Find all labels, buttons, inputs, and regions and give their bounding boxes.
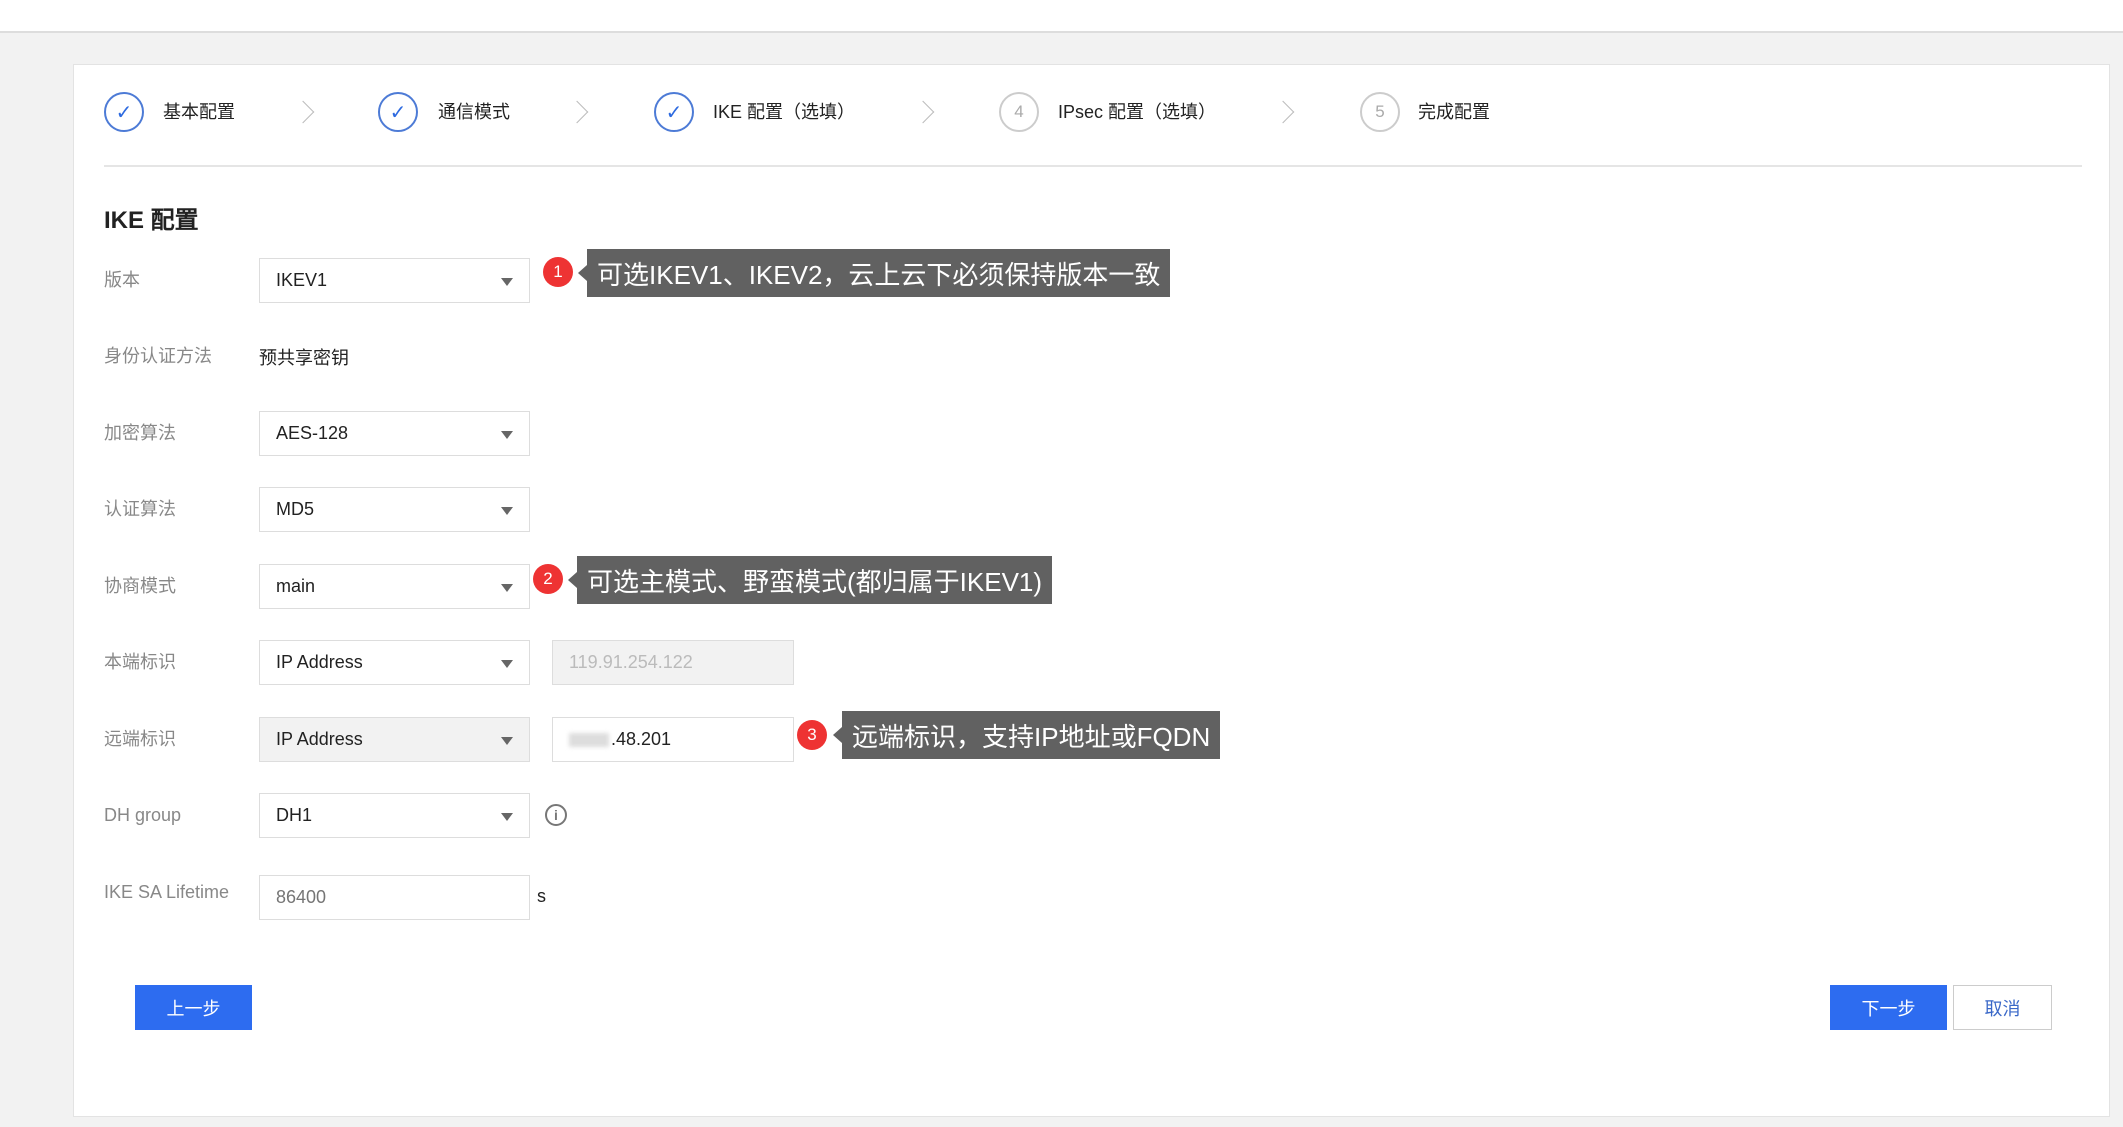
local-id-type-select[interactable]: IP Address <box>259 640 530 685</box>
encryption-label: 加密算法 <box>104 423 176 443</box>
annotation-badge-1: 1 <box>543 257 573 287</box>
step-4-number: 4 <box>999 92 1039 132</box>
step-3-label: IKE 配置（选填） <box>713 102 856 122</box>
negotiation-select[interactable]: main <box>259 564 530 609</box>
caret-down-icon <box>501 431 513 439</box>
version-select[interactable]: IKEV1 <box>259 258 530 303</box>
local-id-type-value: IP Address <box>276 652 363 672</box>
local-id-value: 119.91.254.122 <box>569 652 693 672</box>
caret-down-icon <box>501 507 513 515</box>
remote-id-type-select[interactable]: IP Address <box>259 717 530 762</box>
auth-algorithm-select[interactable]: MD5 <box>259 487 530 532</box>
encryption-select[interactable]: AES-128 <box>259 411 530 456</box>
remote-id-value: .48.201 <box>611 729 672 749</box>
auth-method-value: 预共享密钥 <box>259 348 349 368</box>
auth-method-label: 身份认证方法 <box>104 346 212 366</box>
check-icon: ✓ <box>654 92 694 132</box>
step-4-label: IPsec 配置（选填） <box>1058 102 1217 122</box>
redacted-blur <box>569 732 609 747</box>
prev-button[interactable]: 上一步 <box>135 985 252 1030</box>
info-icon[interactable]: i <box>545 804 567 826</box>
check-icon: ✓ <box>104 92 144 132</box>
divider <box>104 165 2082 167</box>
encryption-value: AES-128 <box>276 423 349 443</box>
auth-algorithm-label: 认证算法 <box>104 499 176 519</box>
version-label: 版本 <box>104 270 140 290</box>
dh-group-select[interactable]: DH1 <box>259 793 530 838</box>
caret-down-icon <box>501 278 513 286</box>
remote-id-type-value: IP Address <box>276 729 363 749</box>
annotation-tooltip-2: 可选主模式、野蛮模式(都归属于IKEV1) <box>567 556 1053 604</box>
negotiation-value: main <box>276 576 316 596</box>
caret-down-icon <box>501 584 513 592</box>
step-1-label: 基本配置 <box>163 102 235 122</box>
remote-id-label: 远端标识 <box>104 729 176 749</box>
annotation-badge-3: 3 <box>797 720 827 750</box>
annotation-badge-2: 2 <box>533 564 563 594</box>
next-button[interactable]: 下一步 <box>1830 985 1947 1030</box>
lifetime-input[interactable] <box>259 875 530 920</box>
annotation-tooltip-3: 远端标识，支持IP地址或FQDN <box>832 711 1221 759</box>
cancel-button[interactable]: 取消 <box>1953 985 2052 1030</box>
local-id-label: 本端标识 <box>104 652 176 672</box>
dh-group-value: DH1 <box>276 805 313 825</box>
caret-down-icon <box>501 737 513 745</box>
step-5-number: 5 <box>1360 92 1400 132</box>
top-bar <box>0 0 2123 33</box>
dh-group-label: DH group <box>104 805 182 825</box>
remote-id-input[interactable]: .48.201 <box>552 717 794 762</box>
step-5-label: 完成配置 <box>1418 102 1490 122</box>
version-value: IKEV1 <box>276 270 328 290</box>
check-icon: ✓ <box>378 92 418 132</box>
section-title: IKE 配置 <box>104 207 199 234</box>
annotation-tooltip-1: 可选IKEV1、IKEV2，云上云下必须保持版本一致 <box>577 249 1171 297</box>
step-2-label: 通信模式 <box>438 102 510 122</box>
lifetime-unit: s <box>537 886 546 906</box>
lifetime-label: IKE SA Lifetime <box>104 882 230 902</box>
caret-down-icon <box>501 660 513 668</box>
negotiation-label: 协商模式 <box>104 576 176 596</box>
caret-down-icon <box>501 813 513 821</box>
local-id-input: 119.91.254.122 <box>552 640 794 685</box>
auth-algorithm-value: MD5 <box>276 499 315 519</box>
